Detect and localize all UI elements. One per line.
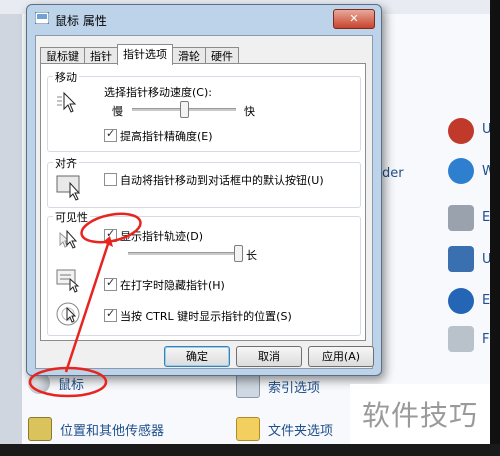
hide-pointer-icon bbox=[56, 269, 80, 293]
dialog-client-area: 鼠标键 指针 指针选项 滑轮 硬件 移动 选择指针移动速度(C): 慢 快 ✓ … bbox=[35, 35, 374, 369]
control-panel-item-label: 鼠标 bbox=[58, 377, 85, 393]
globe-icon bbox=[448, 288, 474, 314]
snap-to-icon bbox=[56, 175, 81, 201]
pointer-trails-icon bbox=[59, 229, 78, 249]
visibility-group-title: 可见性 bbox=[53, 209, 90, 225]
location-sensor-icon bbox=[28, 417, 52, 441]
folder-options-icon bbox=[236, 417, 260, 441]
visibility-group: 可见性 显示指针轨迹(D) 长 在打字时隐藏指针(H) bbox=[47, 209, 361, 336]
snap-group-title: 对齐 bbox=[53, 155, 79, 171]
hide-while-typing-checkbox[interactable] bbox=[104, 276, 117, 291]
control-panel-item-label: 文件夹选项 bbox=[268, 423, 334, 439]
partial-label: E bbox=[482, 293, 491, 308]
control-panel-item-index-options[interactable]: 索引选项 bbox=[236, 374, 320, 398]
control-panel-left-edge bbox=[0, 0, 22, 456]
watermark: 软件技巧 bbox=[350, 384, 490, 444]
hide-while-typing-label: 在打字时隐藏指针(H) bbox=[120, 279, 225, 292]
show-location-ctrl-checkbox[interactable] bbox=[104, 307, 117, 322]
snap-to-label: 自动将指针移动到对话框中的默认按钮(U) bbox=[120, 174, 324, 187]
precision-label: 提高指针精确度(E) bbox=[120, 130, 213, 143]
apply-button[interactable]: 应用(A) bbox=[308, 346, 374, 367]
mouse-icon bbox=[35, 12, 49, 24]
speed-label: 选择指针移动速度(C): bbox=[104, 86, 212, 99]
ok-button[interactable]: 确定 bbox=[164, 346, 230, 367]
dialog-titlebar[interactable]: 鼠标 属性 ✕ bbox=[27, 5, 381, 33]
motion-group: 移动 选择指针移动速度(C): 慢 快 提高指针精确度(E) bbox=[47, 69, 361, 152]
partial-label: der bbox=[382, 166, 404, 181]
speed-slider-thumb[interactable] bbox=[180, 101, 189, 118]
snap-to-checkbox[interactable] bbox=[104, 173, 117, 186]
dialog-title: 鼠标 属性 bbox=[55, 14, 107, 28]
screen-edge-right bbox=[490, 0, 500, 456]
trail-length-slider-thumb[interactable] bbox=[234, 245, 243, 262]
fast-label: 快 bbox=[244, 105, 255, 118]
control-panel-item-label: 索引选项 bbox=[268, 380, 321, 396]
computer-icon bbox=[448, 326, 474, 352]
close-button[interactable]: ✕ bbox=[333, 9, 375, 29]
partial-label: F bbox=[482, 332, 490, 347]
precision-checkbox[interactable] bbox=[104, 127, 117, 142]
slow-label: 慢 bbox=[112, 105, 123, 118]
pointer-trails-label: 显示指针轨迹(D) bbox=[120, 230, 204, 243]
speaker-icon bbox=[448, 118, 474, 144]
trail-long-label: 长 bbox=[246, 249, 257, 262]
control-panel-item-folder-options[interactable]: 文件夹选项 bbox=[236, 417, 333, 441]
printer-icon bbox=[448, 205, 474, 231]
show-location-icon bbox=[56, 302, 80, 326]
snap-to-group: 对齐 自动将指针移动到对话框中的默认按钮(U) bbox=[47, 155, 361, 208]
mouse-properties-dialog: 鼠标 属性 ✕ 鼠标键 指针 指针选项 滑轮 硬件 移动 选择指针移动速度(C)… bbox=[26, 4, 382, 376]
cancel-button[interactable]: 取消 bbox=[236, 346, 302, 367]
partial-label: E bbox=[482, 210, 491, 225]
control-panel-item-location-sensors[interactable]: 位置和其他传感器 bbox=[28, 417, 164, 441]
screen-edge-bottom bbox=[0, 444, 500, 456]
pointer-options-page: 移动 选择指针移动速度(C): 慢 快 提高指针精确度(E) 对齐 bbox=[40, 63, 366, 341]
pointer-trails-checkbox[interactable] bbox=[104, 227, 117, 242]
show-location-ctrl-label: 当按 CTRL 键时显示指针的位置(S) bbox=[120, 310, 292, 323]
pointer-speed-icon bbox=[57, 91, 77, 113]
tab-strip: 鼠标键 指针 指针选项 滑轮 硬件 bbox=[40, 44, 239, 65]
network-icon bbox=[448, 246, 474, 272]
motion-group-title: 移动 bbox=[53, 69, 79, 85]
trail-length-slider-track[interactable] bbox=[128, 252, 238, 255]
control-panel-item-label: 位置和其他传感器 bbox=[60, 423, 165, 439]
tab-pointer-options[interactable]: 指针选项 bbox=[117, 44, 173, 65]
windows-icon bbox=[448, 158, 474, 184]
index-options-icon bbox=[236, 374, 260, 398]
